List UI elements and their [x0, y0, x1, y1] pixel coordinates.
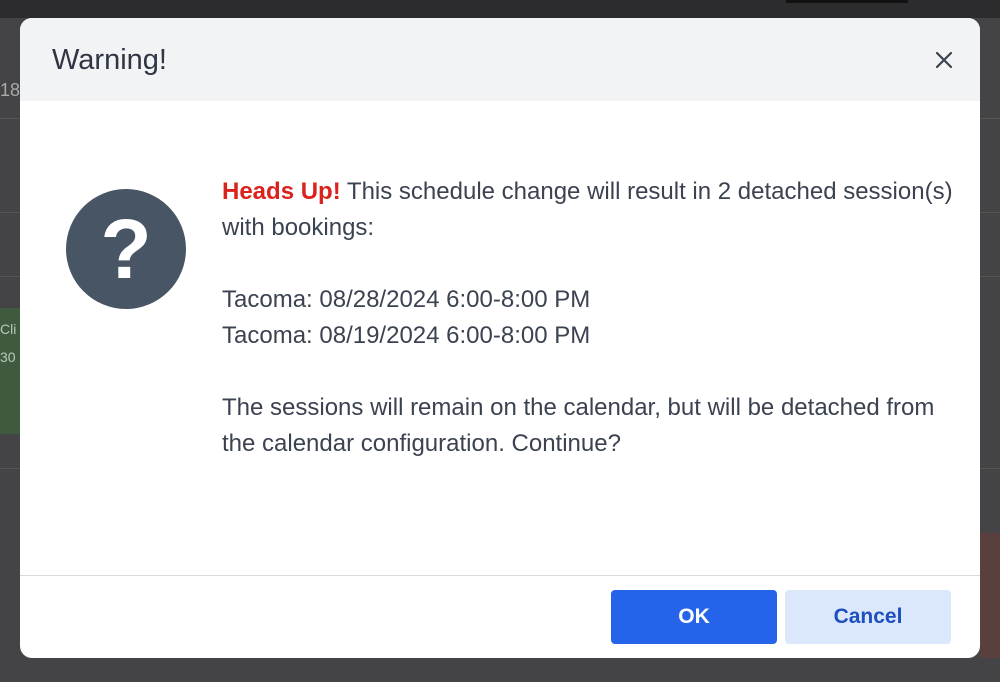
question-mark-glyph: ? [100, 202, 152, 296]
footer-divider [20, 575, 980, 576]
close-button[interactable] [930, 46, 958, 74]
session-item: Tacoma: 08/19/2024 6:00-8:00 PM [222, 322, 591, 349]
dialog-title: Warning! [52, 44, 167, 76]
warning-dialog: Warning! ? Heads Up! This schedule chang… [20, 18, 980, 658]
background-event-line: 30 [0, 349, 16, 365]
closing-text: The sessions will remain on the calendar… [222, 394, 935, 457]
background-calendar-event-text: Cli 30 [0, 315, 20, 371]
background-row-number: 18 [0, 80, 20, 100]
ok-button[interactable]: OK [611, 590, 777, 644]
dialog-header: Warning! [20, 18, 980, 101]
cancel-button[interactable]: Cancel [785, 590, 951, 644]
question-circle-icon: ? [66, 189, 186, 309]
background-calendar-event-red [980, 533, 1000, 658]
message-intro: Heads Up! This schedule change will resu… [222, 174, 962, 246]
session-item: Tacoma: 08/28/2024 6:00-8:00 PM [222, 286, 591, 313]
background-active-tab-indicator [786, 0, 908, 3]
heads-up-label: Heads Up! [222, 178, 341, 205]
background-event-line: Cli [0, 321, 17, 337]
dialog-message: Heads Up! This schedule change will resu… [222, 174, 962, 462]
close-icon [935, 51, 953, 69]
